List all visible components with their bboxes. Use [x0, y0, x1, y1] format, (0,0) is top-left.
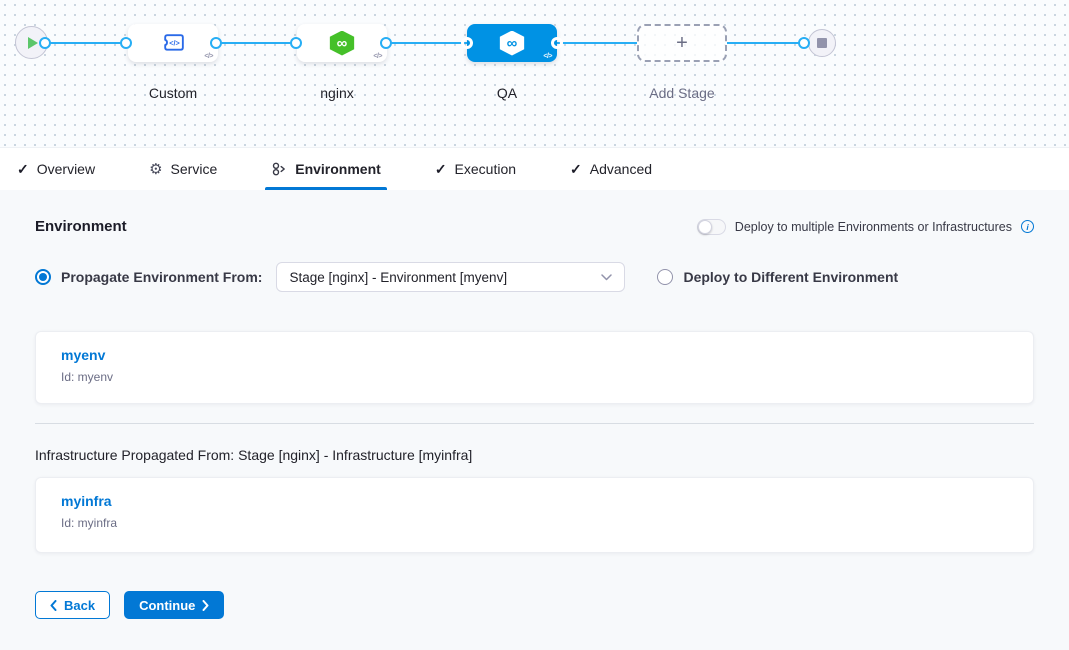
tab-execution[interactable]: ✓ Execution	[433, 148, 518, 190]
svg-text:</>: </>	[169, 38, 179, 47]
stage-label-qa: QA	[462, 85, 552, 101]
tab-label: Service	[171, 161, 218, 177]
edge-connector	[210, 37, 222, 49]
stage-label-nginx: nginx	[292, 85, 382, 101]
toggle-knob	[698, 220, 712, 234]
chevron-right-icon	[202, 600, 209, 611]
custom-stage-icon: </>	[160, 30, 187, 57]
propagate-environment-label: Propagate Environment From:	[61, 269, 262, 285]
plus-icon: +	[676, 32, 688, 55]
stage-node-nginx[interactable]: ∞ </>	[297, 24, 387, 62]
pipeline-edge	[727, 42, 804, 44]
environment-tab-panel: Environment Deploy to multiple Environme…	[0, 190, 1069, 650]
different-environment-radio[interactable]	[657, 269, 673, 285]
stage-node-qa[interactable]: ∞ </>	[467, 24, 557, 62]
info-icon[interactable]: i	[1021, 220, 1034, 233]
edge-connector	[39, 37, 51, 49]
different-environment-label: Deploy to Different Environment	[683, 269, 898, 285]
environment-icon	[271, 161, 287, 177]
stage-tab-bar: ✓ Overview ⚙ Service Environment ✓ Execu…	[0, 147, 1069, 190]
code-badge-icon: </>	[204, 53, 213, 60]
continue-button-label: Continue	[139, 598, 195, 613]
environment-name-link[interactable]: myenv	[61, 347, 1008, 363]
environment-card[interactable]: myenv Id: myenv	[35, 331, 1034, 404]
propagate-environment-radio[interactable]	[35, 269, 51, 285]
divider	[35, 423, 1034, 424]
edge-connector	[798, 37, 810, 49]
pipeline-edge	[386, 42, 467, 44]
propagate-environment-select[interactable]: Stage [nginx] - Environment [myenv]	[276, 262, 625, 292]
play-icon	[28, 37, 38, 49]
tab-label: Advanced	[590, 161, 652, 177]
stage-label-add-stage: Add Stage	[637, 85, 727, 101]
tab-label: Overview	[37, 161, 95, 177]
edge-connector	[290, 37, 302, 49]
select-value: Stage [nginx] - Environment [myenv]	[289, 270, 507, 285]
infrastructure-card[interactable]: myinfra Id: myinfra	[35, 477, 1034, 553]
add-stage-button[interactable]: +	[637, 24, 727, 62]
chevron-left-icon	[50, 600, 57, 611]
tab-environment[interactable]: Environment	[269, 148, 383, 190]
check-icon: ✓	[17, 161, 29, 178]
edge-connector	[120, 37, 132, 49]
back-button[interactable]: Back	[35, 591, 110, 619]
section-title: Environment	[35, 218, 127, 235]
stop-icon	[817, 38, 827, 48]
tab-overview[interactable]: ✓ Overview	[15, 148, 97, 190]
pipeline-edge	[216, 42, 296, 44]
code-badge-icon: </>	[543, 53, 552, 60]
stage-node-custom[interactable]: </> </>	[128, 24, 218, 62]
edge-connector	[461, 37, 473, 49]
infrastructure-name-link[interactable]: myinfra	[61, 493, 1008, 509]
code-badge-icon: </>	[373, 53, 382, 60]
deploy-stage-icon: ∞	[329, 31, 356, 56]
tab-label: Execution	[455, 161, 516, 177]
deploy-stage-icon: ∞	[499, 31, 526, 56]
infrastructure-propagated-note: Infrastructure Propagated From: Stage [n…	[35, 447, 1034, 463]
pipeline-end-node	[808, 29, 836, 57]
continue-button[interactable]: Continue	[124, 591, 224, 619]
chevron-down-icon	[601, 274, 612, 281]
pipeline-edge	[45, 42, 126, 44]
infrastructure-id: Id: myinfra	[61, 516, 1008, 530]
stage-label-custom: Custom	[128, 85, 218, 101]
pipeline-stage-canvas: </> </> ∞ </> ∞ </> + Custom nginx QA Ad…	[0, 0, 1069, 147]
tab-service[interactable]: ⚙ Service	[147, 148, 219, 190]
gear-icon: ⚙	[149, 160, 162, 178]
edge-connector	[551, 37, 563, 49]
tab-advanced[interactable]: ✓ Advanced	[568, 148, 654, 190]
edge-connector	[380, 37, 392, 49]
back-button-label: Back	[64, 598, 95, 613]
multi-environment-toggle[interactable]	[697, 219, 726, 235]
check-icon: ✓	[435, 161, 447, 178]
tab-label: Environment	[295, 161, 381, 177]
pipeline-edge	[557, 42, 637, 44]
multi-environment-toggle-label: Deploy to multiple Environments or Infra…	[735, 220, 1012, 234]
check-icon: ✓	[570, 161, 582, 178]
environment-id: Id: myenv	[61, 370, 1008, 384]
